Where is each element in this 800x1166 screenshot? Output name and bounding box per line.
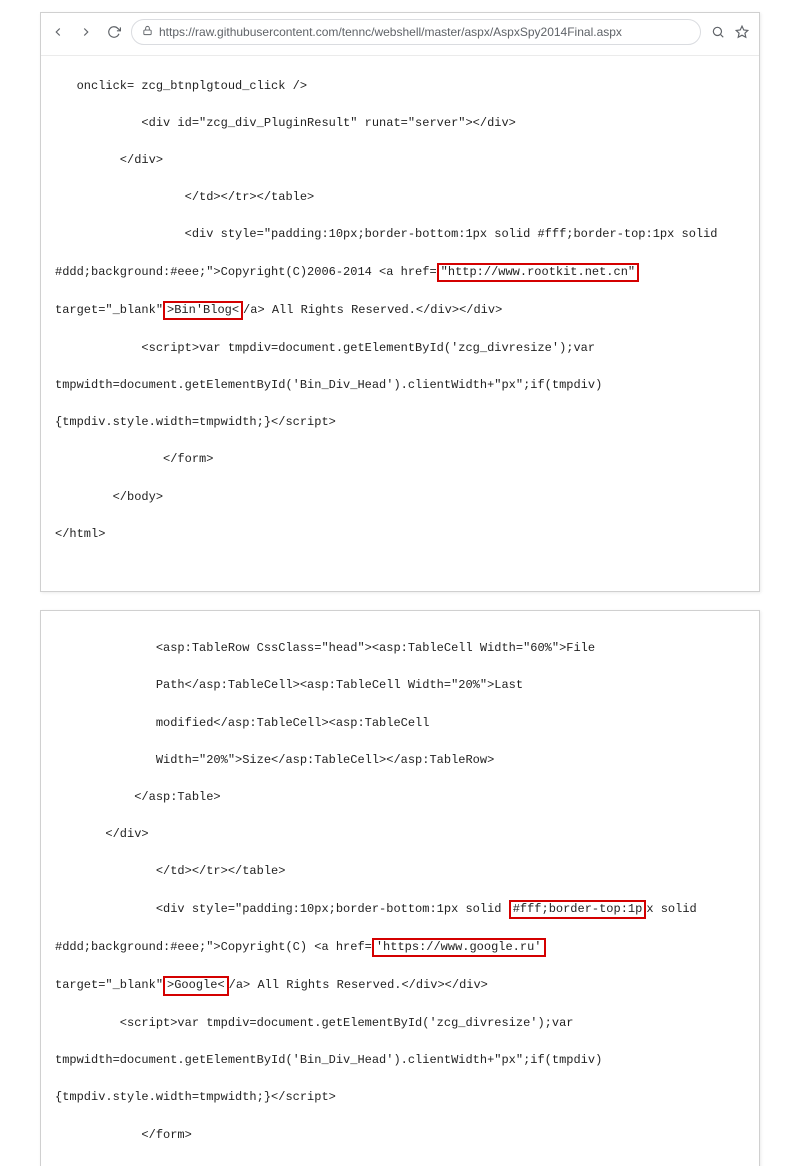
forward-icon[interactable] (79, 25, 93, 39)
zoom-icon[interactable] (711, 25, 725, 39)
code-line: </div> (55, 151, 749, 170)
highlight-url-google: 'https://www.google.ru' (372, 938, 546, 958)
code-line: </td></tr></table> (55, 862, 749, 881)
bottom-code-block: <asp:TableRow CssClass="head"><asp:Table… (41, 611, 759, 1166)
back-icon[interactable] (51, 25, 65, 39)
code-line: </html> (55, 525, 749, 544)
code-line: target="_blank">Google</a> All Rights Re… (55, 976, 749, 996)
code-line: <script>var tmpdiv=document.getElementBy… (55, 1014, 749, 1033)
highlight-linktext-google: >Google< (163, 976, 229, 996)
top-panel: https://raw.githubusercontent.com/tennc/… (40, 12, 760, 592)
code-line: #ddd;background:#eee;">Copyright(C) <a h… (55, 938, 749, 958)
highlight-linktext-binblog: >Bin'Blog< (163, 301, 243, 321)
lock-icon (142, 25, 153, 39)
code-line: target="_blank">Bin'Blog</a> All Rights … (55, 301, 749, 321)
bottom-panel: <asp:TableRow CssClass="head"><asp:Table… (40, 610, 760, 1166)
code-line: onclick= zcg_btnplgtoud_click /> (55, 77, 749, 96)
star-icon[interactable] (735, 25, 749, 39)
code-line: <div id="zcg_div_PluginResult" runat="se… (55, 114, 749, 133)
code-line: tmpwidth=document.getElementById('Bin_Di… (55, 1051, 749, 1070)
code-line: </body> (55, 488, 749, 507)
address-bar[interactable]: https://raw.githubusercontent.com/tennc/… (131, 19, 701, 45)
code-line: <div style="padding:10px;border-bottom:1… (55, 900, 749, 920)
code-line: </form> (55, 450, 749, 469)
nav-buttons (51, 25, 121, 39)
reload-icon[interactable] (107, 25, 121, 39)
code-line: #ddd;background:#eee;">Copyright(C)2006-… (55, 263, 749, 283)
code-line: </div> (55, 825, 749, 844)
code-line: </td></tr></table> (55, 188, 749, 207)
url-text: https://raw.githubusercontent.com/tennc/… (159, 25, 622, 39)
browser-chrome: https://raw.githubusercontent.com/tennc/… (41, 13, 759, 56)
code-line: <asp:TableRow CssClass="head"><asp:Table… (55, 639, 749, 658)
top-code-block: onclick= zcg_btnplgtoud_click /> <div id… (41, 56, 759, 591)
code-line: Width="20%">Size</asp:TableCell></asp:Ta… (55, 751, 749, 770)
code-line: <div style="padding:10px;border-bottom:1… (55, 225, 749, 244)
code-line: {tmpdiv.style.width=tmpwidth;}</script> (55, 1088, 749, 1107)
code-line: <script>var tmpdiv=document.getElementBy… (55, 339, 749, 358)
code-line: tmpwidth=document.getElementById('Bin_Di… (55, 376, 749, 395)
code-line: Path</asp:TableCell><asp:TableCell Width… (55, 676, 749, 695)
code-line: </asp:Table> (55, 788, 749, 807)
code-line: modified</asp:TableCell><asp:TableCell (55, 714, 749, 733)
code-line: </body> (55, 1163, 749, 1166)
highlight-url-rootkit: "http://www.rootkit.net.cn" (437, 263, 639, 283)
code-line: </form> (55, 1126, 749, 1145)
chrome-right-icons (711, 25, 749, 39)
highlight-border-fragment: #fff;border-top:1p (509, 900, 647, 920)
code-line: {tmpdiv.style.width=tmpwidth;}</script> (55, 413, 749, 432)
